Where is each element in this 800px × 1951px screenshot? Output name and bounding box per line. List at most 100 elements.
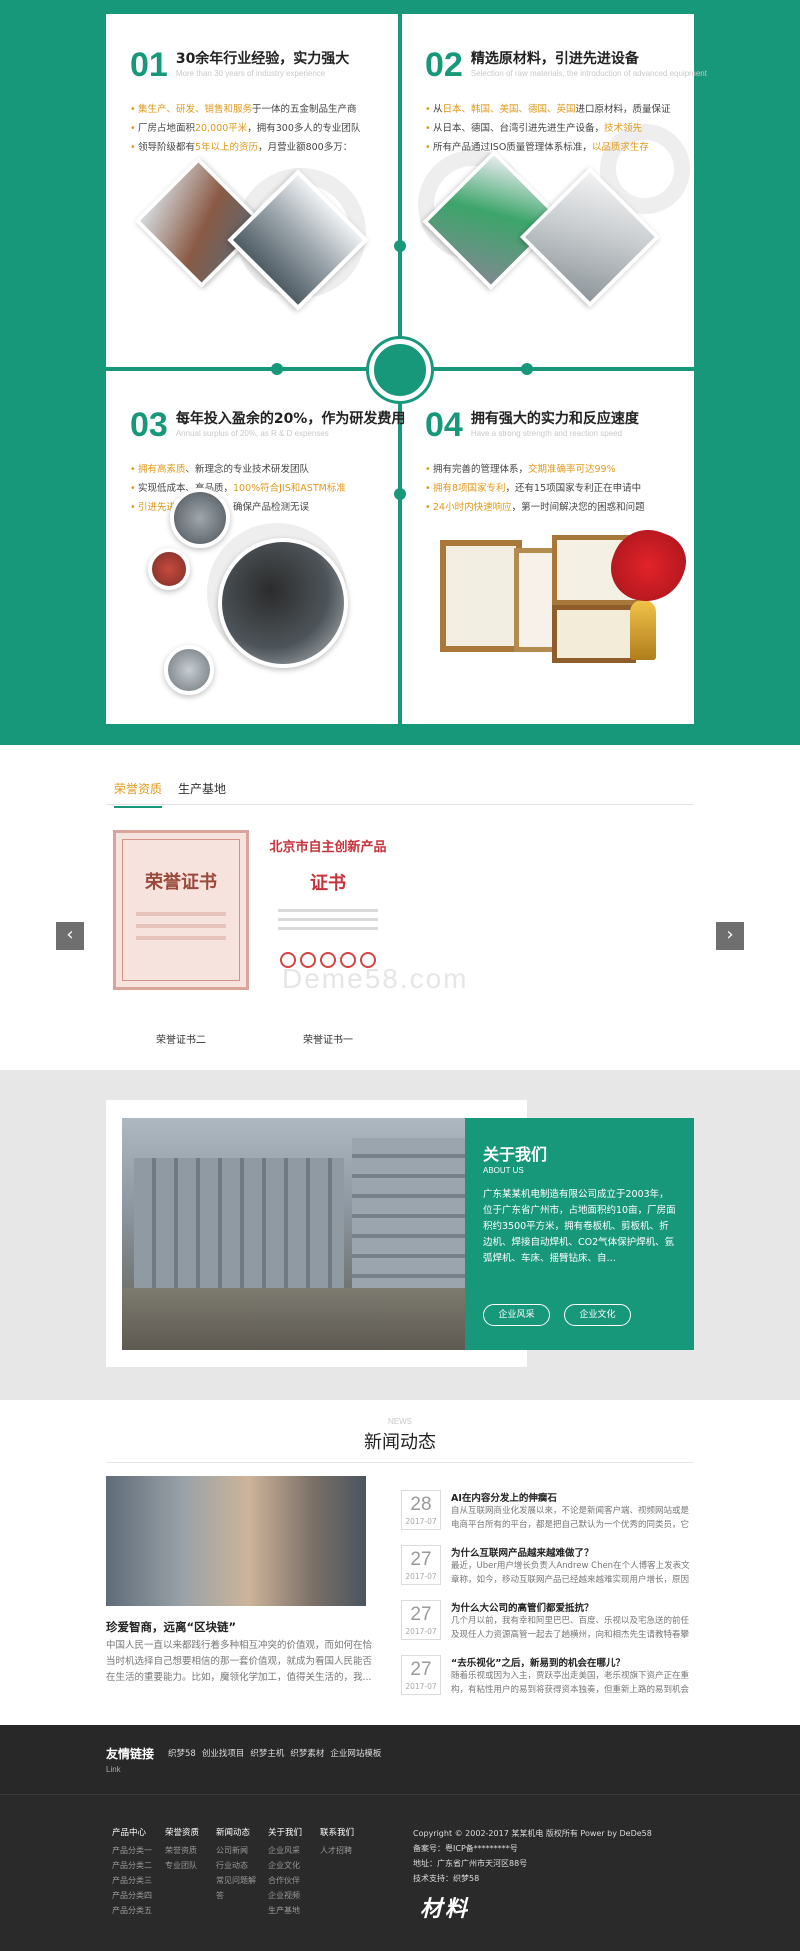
advantage-bullets: 拥有完善的管理体系，交期准确率可达99% 拥有8项国家专利，还有15项国家专利正… [425, 460, 713, 517]
footer-link[interactable]: 企业风采 [268, 1843, 302, 1858]
advantage-title: 每年投入盈余的20%，作为研发费用 [175, 411, 406, 427]
footer-link[interactable]: 企业文化 [268, 1858, 302, 1873]
company-style-button[interactable]: 企业风采 [483, 1304, 550, 1326]
divider-dot [521, 363, 533, 375]
news-item-title[interactable]: AI在内容分发上的伸瘸石 [451, 1490, 557, 1504]
bullet-item: 拥有8项国家专利，还有15项国家专利正在申请中 [425, 479, 713, 498]
friend-link[interactable]: 织梦主机 [250, 1747, 284, 1759]
about-section: 关于我们 ABOUT US 广东某某机电制造有限公司成立于2003年，位于广东省… [0, 1070, 800, 1400]
news-date: 28 2017-07 [401, 1490, 441, 1530]
footer-column-products: 产品中心 产品分类一 产品分类二 产品分类三 产品分类四 产品分类五 [112, 1826, 152, 1918]
advantage-item-03: 03 每年投入盈余的20%，作为研发费用 Annual surplus of 2… [130, 408, 418, 517]
tab-production-base[interactable]: 生产基地 [178, 781, 226, 797]
advantages-section: 01 30余年行业经验，实力强大 More than 30 years of i… [0, 0, 800, 745]
news-featured-title[interactable]: 珍爱智商，远离“区块链” [106, 1619, 236, 1635]
company-culture-button[interactable]: 企业文化 [564, 1304, 631, 1326]
footer-link[interactable]: 产品分类四 [112, 1888, 152, 1903]
footer-column-head[interactable]: 荣誉资质 [165, 1826, 199, 1840]
tech-support-line: 技术支持：织梦58 [413, 1874, 480, 1883]
friend-links-subtitle: Link [106, 1765, 121, 1774]
divider [106, 1462, 694, 1463]
news-item-title[interactable]: 为什么大公司的高管们都爱抵抗？ [451, 1600, 594, 1614]
advantage-title: 30余年行业经验，实力强大 [175, 51, 350, 67]
honor-cert-card[interactable]: 荣誉证书 [113, 830, 249, 990]
footer-column-head[interactable]: 关于我们 [268, 1826, 302, 1840]
advantage-bullets: 从日本、韩国、美国、德国、英国进口原材料，质量保证 从日本、德国、台湾引进先进生… [425, 100, 713, 157]
carousel-prev-button[interactable]: ‹ [56, 922, 84, 950]
advantage-title: 精选原材料，引进先进设备 [470, 51, 639, 67]
footer-column-head[interactable]: 联系我们 [320, 1826, 354, 1840]
bullet-item: 领导阶级都有5年以上的资历，月营业额800多万： [130, 138, 418, 157]
bullet-item: 集生产、研发、销售和服务于一体的五金制品生产商 [130, 100, 418, 119]
footer-link[interactable]: 人才招聘 [320, 1843, 354, 1858]
advantage-number: 04 [425, 406, 463, 444]
news-item-title[interactable]: “去乐视化”之后，新易到的机会在哪儿？ [451, 1655, 625, 1669]
footer-link[interactable]: 答 [216, 1888, 256, 1903]
news-list-item[interactable]: 27 2017-07 “去乐视化”之后，新易到的机会在哪儿？ 随着乐视或因为入主… [401, 1655, 694, 1701]
bullet-item: 厂房占地面积20,000平米，拥有300多人的专业团队 [130, 119, 418, 138]
advantage-title: 拥有强大的实力和反应速度 [470, 411, 639, 427]
news-featured-photo[interactable] [106, 1476, 366, 1606]
equipment-photo [170, 488, 230, 548]
news-item-desc: 随着乐视或因为入主，贾跃亭出走美国，老乐视旗下资产正在重构，有粘性用户的易到将获… [451, 1671, 690, 1695]
news-title: 新闻动态 [364, 1432, 436, 1453]
footer-column-about: 关于我们 企业风采 企业文化 合作伙伴 企业视频 生产基地 [268, 1826, 302, 1918]
friend-link[interactable]: 创业找项目 [202, 1747, 245, 1759]
friend-link[interactable]: 织梦58 [168, 1747, 196, 1759]
friend-links-title: 友情链接 [106, 1747, 155, 1761]
footer-link[interactable]: 产品分类三 [112, 1873, 152, 1888]
about-building-photo [122, 1118, 465, 1350]
footer-link[interactable]: 行业动态 [216, 1858, 256, 1873]
footer-link[interactable]: 荣誉资质 [165, 1843, 199, 1858]
footer-link[interactable]: 产品分类一 [112, 1843, 152, 1858]
footer-column-news: 新闻动态 公司新闻 行业动态 常见问题解 答 [216, 1826, 256, 1903]
advantage-subtitle: Selection of raw materials, the introduc… [470, 69, 707, 78]
bullet-item: 所有产品通过ISO质量管理体系标准，以品质求生存 [425, 138, 713, 157]
news-item-desc: 自从互联网商业化发展以来，不论是新闻客户端、视频网站或是电商平台所有的平台，都是… [451, 1506, 690, 1530]
footer-column-head[interactable]: 产品中心 [112, 1826, 152, 1840]
news-section: NEWS 新闻动态 珍爱智商，远离“区块链” 中国人民一直以来都践行着多种相互冲… [0, 1400, 800, 1725]
certificate-image [552, 605, 636, 663]
carousel-next-button[interactable]: › [716, 922, 744, 950]
bullet-item: 24小时内快速响应，第一时间解决您的困惑和问题 [425, 498, 713, 517]
footer-link[interactable]: 专业团队 [165, 1858, 199, 1873]
bullet-item: 拥有完善的管理体系，交期准确率可达99% [425, 460, 713, 479]
footer-link[interactable]: 产品分类二 [112, 1858, 152, 1873]
footer-link[interactable]: 公司新闻 [216, 1843, 256, 1858]
footer-link[interactable]: 产品分类五 [112, 1903, 152, 1918]
friend-link[interactable]: 企业网站模板 [330, 1747, 381, 1759]
footer: 友情链接 Link 织梦58 创业找项目 织梦主机 织梦素材 企业网站模板 产品… [0, 1725, 800, 1951]
friend-links-bar: 友情链接 Link 织梦58 创业找项目 织梦主机 织梦素材 企业网站模板 [0, 1725, 800, 1795]
advantage-subtitle: More than 30 years of industry experienc… [175, 69, 326, 78]
footer-link[interactable]: 合作伙伴 [268, 1873, 302, 1888]
news-list-item[interactable]: 28 2017-07 AI在内容分发上的伸瘸石 自从互联网商业化发展以来，不论是… [401, 1490, 694, 1536]
about-title: 关于我们 [483, 1145, 548, 1164]
news-list-item[interactable]: 27 2017-07 为什么互联网产品越来越难做了？ 最近，Uber用户增长负责… [401, 1545, 694, 1591]
bullet-item: 从日本、德国、台湾引进先进生产设备，技术领先 [425, 119, 713, 138]
divider-dot [271, 363, 283, 375]
equipment-photo [164, 645, 214, 695]
cert-caption: 荣誉证书一 [303, 1035, 353, 1046]
footer-link[interactable]: 常见问题解 [216, 1873, 256, 1888]
friend-links-list: 织梦58 创业找项目 织梦主机 织梦素材 企业网站模板 [168, 1747, 381, 1759]
news-item-title[interactable]: 为什么互联网产品越来越难做了？ [451, 1545, 594, 1559]
footer-column-honors: 荣誉资质 荣誉资质 专业团队 [165, 1826, 199, 1873]
center-circle [369, 339, 431, 401]
advantage-number: 01 [130, 46, 168, 84]
honors-tabs: 荣誉资质 生产基地 [106, 775, 694, 808]
honors-section: 荣誉资质 生产基地 ‹ › 荣誉证书 荣誉证书二 北京市自主创新产品 证书 荣誉… [0, 745, 800, 1070]
news-en-label: NEWS [388, 1417, 412, 1426]
advantage-item-02: 02 精选原材料，引进先进设备 Selection of raw materia… [425, 48, 713, 157]
footer-column-head[interactable]: 新闻动态 [216, 1826, 256, 1840]
friend-link[interactable]: 织梦素材 [290, 1747, 324, 1759]
news-list-item[interactable]: 27 2017-07 为什么大公司的高管们都爱抵抗？ 几个月以前，我有幸和阿里巴… [401, 1600, 694, 1646]
advantage-number: 02 [425, 46, 463, 84]
footer-link[interactable]: 生产基地 [268, 1903, 302, 1918]
footer-logo: 材料 [420, 1896, 471, 1922]
news-featured-desc: 中国人民一直以来都践行着多种相互冲突的价值观，而如何在恰当时机选择自己想要相信的… [106, 1640, 373, 1683]
footer-link[interactable]: 企业视频 [268, 1888, 302, 1903]
tab-honors[interactable]: 荣誉资质 [114, 781, 163, 808]
about-panel: 关于我们 ABOUT US 广东某某机电制造有限公司成立于2003年，位于广东省… [465, 1118, 694, 1350]
advantage-item-04: 04 拥有强大的实力和反应速度 Have a strong strength a… [425, 408, 713, 517]
about-description: 广东某某机电制造有限公司成立于2003年，位于广东省广州市，占地面积约10亩，厂… [483, 1189, 676, 1264]
